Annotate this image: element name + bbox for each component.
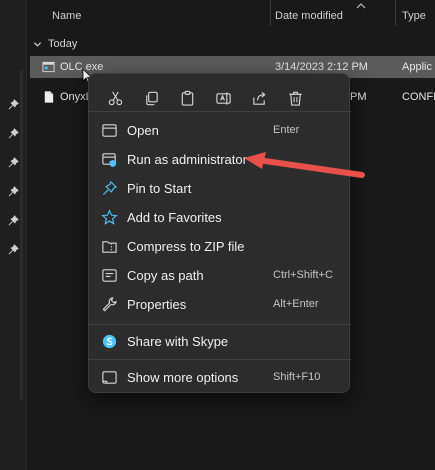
file-explorer-window: Name Date modified Type Today OLC.exe 3/… — [0, 0, 435, 470]
rename-icon — [215, 91, 231, 105]
paste-button[interactable] — [169, 82, 205, 114]
pin-icon[interactable] — [8, 99, 19, 110]
pin-icon[interactable] — [8, 244, 19, 255]
context-menu-toolbar — [97, 82, 313, 114]
group-header-today[interactable]: Today — [33, 36, 77, 52]
menu-item-label: Add to Favorites — [127, 210, 222, 225]
file-type: Applic — [402, 61, 432, 73]
menu-divider — [89, 324, 351, 325]
menu-item-label: Share with Skype — [127, 334, 229, 349]
file-type: CONFIG — [402, 91, 435, 103]
pin-icon[interactable] — [8, 157, 19, 168]
copy-icon — [145, 91, 158, 105]
menu-item-label: Open — [127, 123, 159, 138]
menu-divider — [89, 359, 351, 360]
zip-folder-icon — [102, 241, 117, 253]
menu-item-shortcut: Alt+Enter — [273, 298, 319, 310]
share-icon — [252, 91, 266, 105]
pin-icon[interactable] — [8, 186, 19, 197]
column-divider[interactable] — [270, 0, 271, 26]
cut-icon — [108, 91, 122, 105]
copy-button[interactable] — [133, 82, 169, 114]
menu-item-open[interactable]: Open Enter — [93, 116, 347, 145]
menu-item-shortcut: Shift+F10 — [273, 371, 321, 383]
column-header-name[interactable]: Name — [52, 0, 81, 32]
nav-scrollbar[interactable] — [20, 70, 23, 400]
menu-item-show-more-options[interactable]: Show more options Shift+F10 — [93, 363, 347, 392]
cut-button[interactable] — [97, 82, 133, 114]
menu-item-share-with-skype[interactable]: Share with Skype — [93, 327, 347, 356]
navigation-pane — [0, 0, 27, 470]
delete-button[interactable] — [277, 82, 313, 114]
menu-item-label: Show more options — [127, 370, 239, 385]
share-button[interactable] — [241, 82, 277, 114]
open-icon — [102, 124, 117, 137]
menu-divider — [89, 111, 351, 112]
rename-button[interactable] — [205, 82, 241, 114]
annotation-arrow — [244, 152, 365, 178]
menu-item-properties[interactable]: Properties Alt+Enter — [93, 290, 347, 319]
column-header-type[interactable]: Type — [402, 0, 426, 32]
menu-item-shortcut: Ctrl+Shift+C — [273, 269, 333, 281]
run-as-admin-icon — [102, 153, 117, 168]
menu-item-label: Copy as path — [127, 268, 204, 283]
menu-item-copy-as-path[interactable]: Copy as path Ctrl+Shift+C — [93, 261, 347, 290]
menu-item-label: Compress to ZIP file — [127, 239, 245, 254]
star-icon — [101, 209, 118, 225]
menu-item-shortcut: Enter — [273, 124, 300, 136]
copy-path-icon — [102, 269, 117, 282]
wrench-icon — [102, 297, 117, 312]
menu-item-compress-to-zip[interactable]: Compress to ZIP file — [93, 232, 347, 261]
menu-item-label: Properties — [127, 297, 187, 312]
pin-icon[interactable] — [8, 128, 19, 139]
more-options-icon — [102, 371, 117, 384]
group-label: Today — [48, 38, 78, 50]
paste-icon — [181, 90, 193, 106]
context-menu: Open Enter Run as administrator Pin to S… — [88, 73, 351, 393]
pin-icon — [102, 180, 118, 196]
column-header-bar: Name Date modified Type — [28, 0, 435, 32]
column-divider[interactable] — [395, 0, 396, 26]
menu-item-label: Pin to Start — [127, 181, 192, 196]
sort-chevron-icon — [356, 3, 366, 9]
menu-item-label: Run as administrator — [127, 152, 247, 167]
file-date: PM — [350, 91, 367, 103]
menu-item-add-to-favorites[interactable]: Add to Favorites — [93, 203, 347, 232]
exe-icon — [42, 61, 55, 73]
skype-icon — [102, 334, 117, 349]
column-header-date-modified[interactable]: Date modified — [275, 0, 343, 32]
chevron-down-icon — [33, 41, 42, 47]
config-file-icon — [44, 91, 54, 103]
pin-icon[interactable] — [8, 215, 19, 226]
delete-icon — [288, 91, 302, 106]
